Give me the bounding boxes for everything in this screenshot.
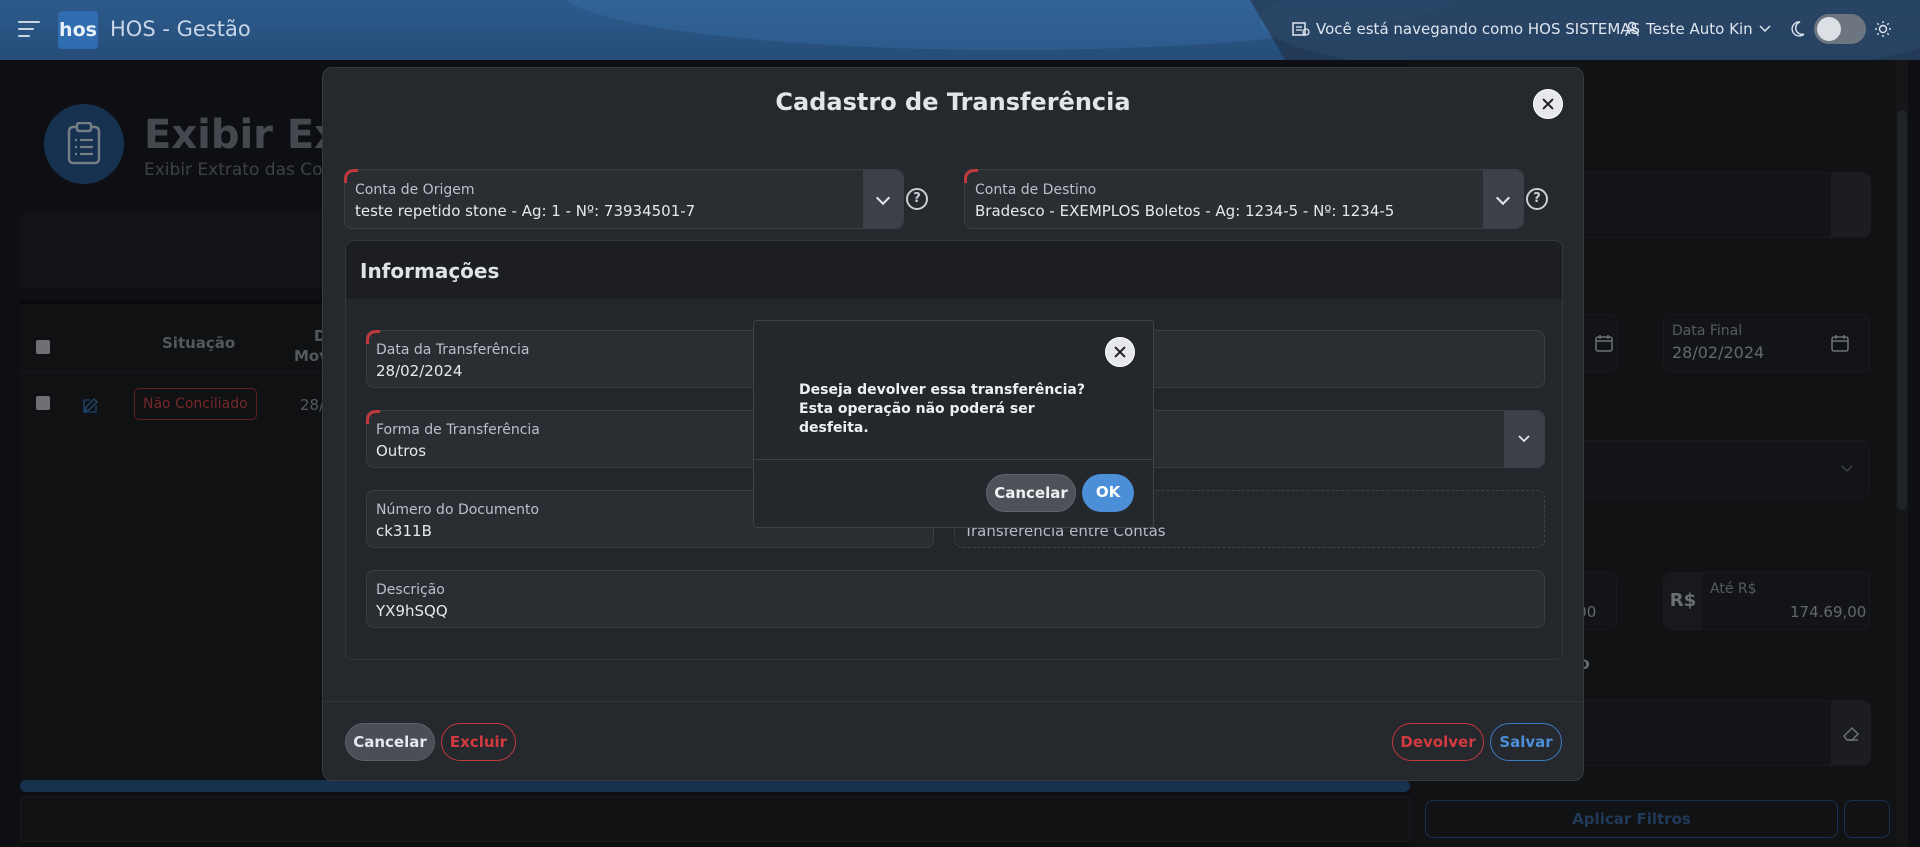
- close-icon[interactable]: [1533, 89, 1563, 119]
- help-icon[interactable]: ?: [1526, 188, 1548, 210]
- navigating-as-text: Você está navegando como HOS SISTEMAS: [1316, 20, 1641, 38]
- modal-footer-divider: [323, 701, 1583, 702]
- delete-button[interactable]: Excluir: [441, 723, 516, 761]
- moon-icon: [1791, 21, 1805, 37]
- dialog-ok-button[interactable]: OK: [1082, 474, 1134, 512]
- required-indicator: [964, 169, 978, 183]
- return-button[interactable]: Devolver: [1392, 723, 1484, 761]
- user-menu[interactable]: Teste Auto Kin: [1624, 20, 1771, 38]
- theme-switcher: [1788, 14, 1892, 44]
- destination-account-select[interactable]: Conta de Destino Bradesco - EXEMPLOS Bol…: [964, 169, 1524, 229]
- theme-toggle[interactable]: [1814, 14, 1866, 44]
- document-number-label: Número do Documento: [376, 502, 540, 518]
- logo: hos: [58, 11, 98, 49]
- destination-account-value: Bradesco - EXEMPLOS Boletos - Ag: 1234-5…: [975, 202, 1395, 220]
- transfer-date-label: Data da Transferência: [376, 342, 530, 358]
- info-section-title: Informações: [360, 259, 500, 283]
- description-label: Descrição: [376, 582, 445, 598]
- save-button[interactable]: Salvar: [1490, 723, 1562, 761]
- dropdown-button[interactable]: [1483, 170, 1523, 228]
- chevron-down-icon: [1518, 435, 1530, 443]
- transfer-method-value: Outros: [376, 442, 427, 460]
- top-bar: hos HOS - Gestão Você está navegando com…: [0, 0, 1920, 60]
- help-icon[interactable]: ?: [906, 188, 928, 210]
- menu-icon[interactable]: [18, 21, 40, 37]
- confirm-dialog: Deseja devolver essa transferência? Esta…: [753, 320, 1154, 528]
- company-icon: [1292, 22, 1310, 36]
- transfer-date-value: 28/02/2024: [376, 362, 463, 380]
- close-icon[interactable]: [1105, 337, 1135, 367]
- user-name: Teste Auto Kin: [1646, 20, 1753, 38]
- document-number-value: ck311B: [376, 522, 432, 540]
- cancel-button[interactable]: Cancelar: [345, 723, 435, 761]
- transfer-method-label: Forma de Transferência: [376, 422, 540, 438]
- description-field[interactable]: Descrição YX9hSQQ: [366, 570, 1545, 628]
- required-indicator: [344, 169, 358, 183]
- app-title: HOS - Gestão: [110, 17, 251, 41]
- modal-title: Cadastro de Transferência: [775, 88, 1131, 116]
- dropdown-button[interactable]: [863, 170, 903, 228]
- description-value: YX9hSQQ: [376, 602, 448, 620]
- dropdown-button[interactable]: [1504, 411, 1544, 467]
- destination-account-label: Conta de Destino: [975, 182, 1097, 198]
- sun-icon: [1875, 21, 1891, 37]
- origin-account-value: teste repetido stone - Ag: 1 - Nº: 73934…: [355, 202, 696, 220]
- confirm-message: Deseja devolver essa transferência? Esta…: [799, 382, 1085, 436]
- dialog-divider: [754, 459, 1153, 460]
- origin-account-select[interactable]: Conta de Origem teste repetido stone - A…: [344, 169, 904, 229]
- user-icon: [1625, 21, 1639, 37]
- origin-account-label: Conta de Origem: [355, 182, 475, 198]
- dialog-cancel-button[interactable]: Cancelar: [986, 474, 1076, 512]
- info-section-header: Informações: [346, 241, 1562, 299]
- chevron-down-icon: [1759, 25, 1771, 33]
- navigating-as-info[interactable]: Você está navegando como HOS SISTEMAS: [1292, 20, 1640, 38]
